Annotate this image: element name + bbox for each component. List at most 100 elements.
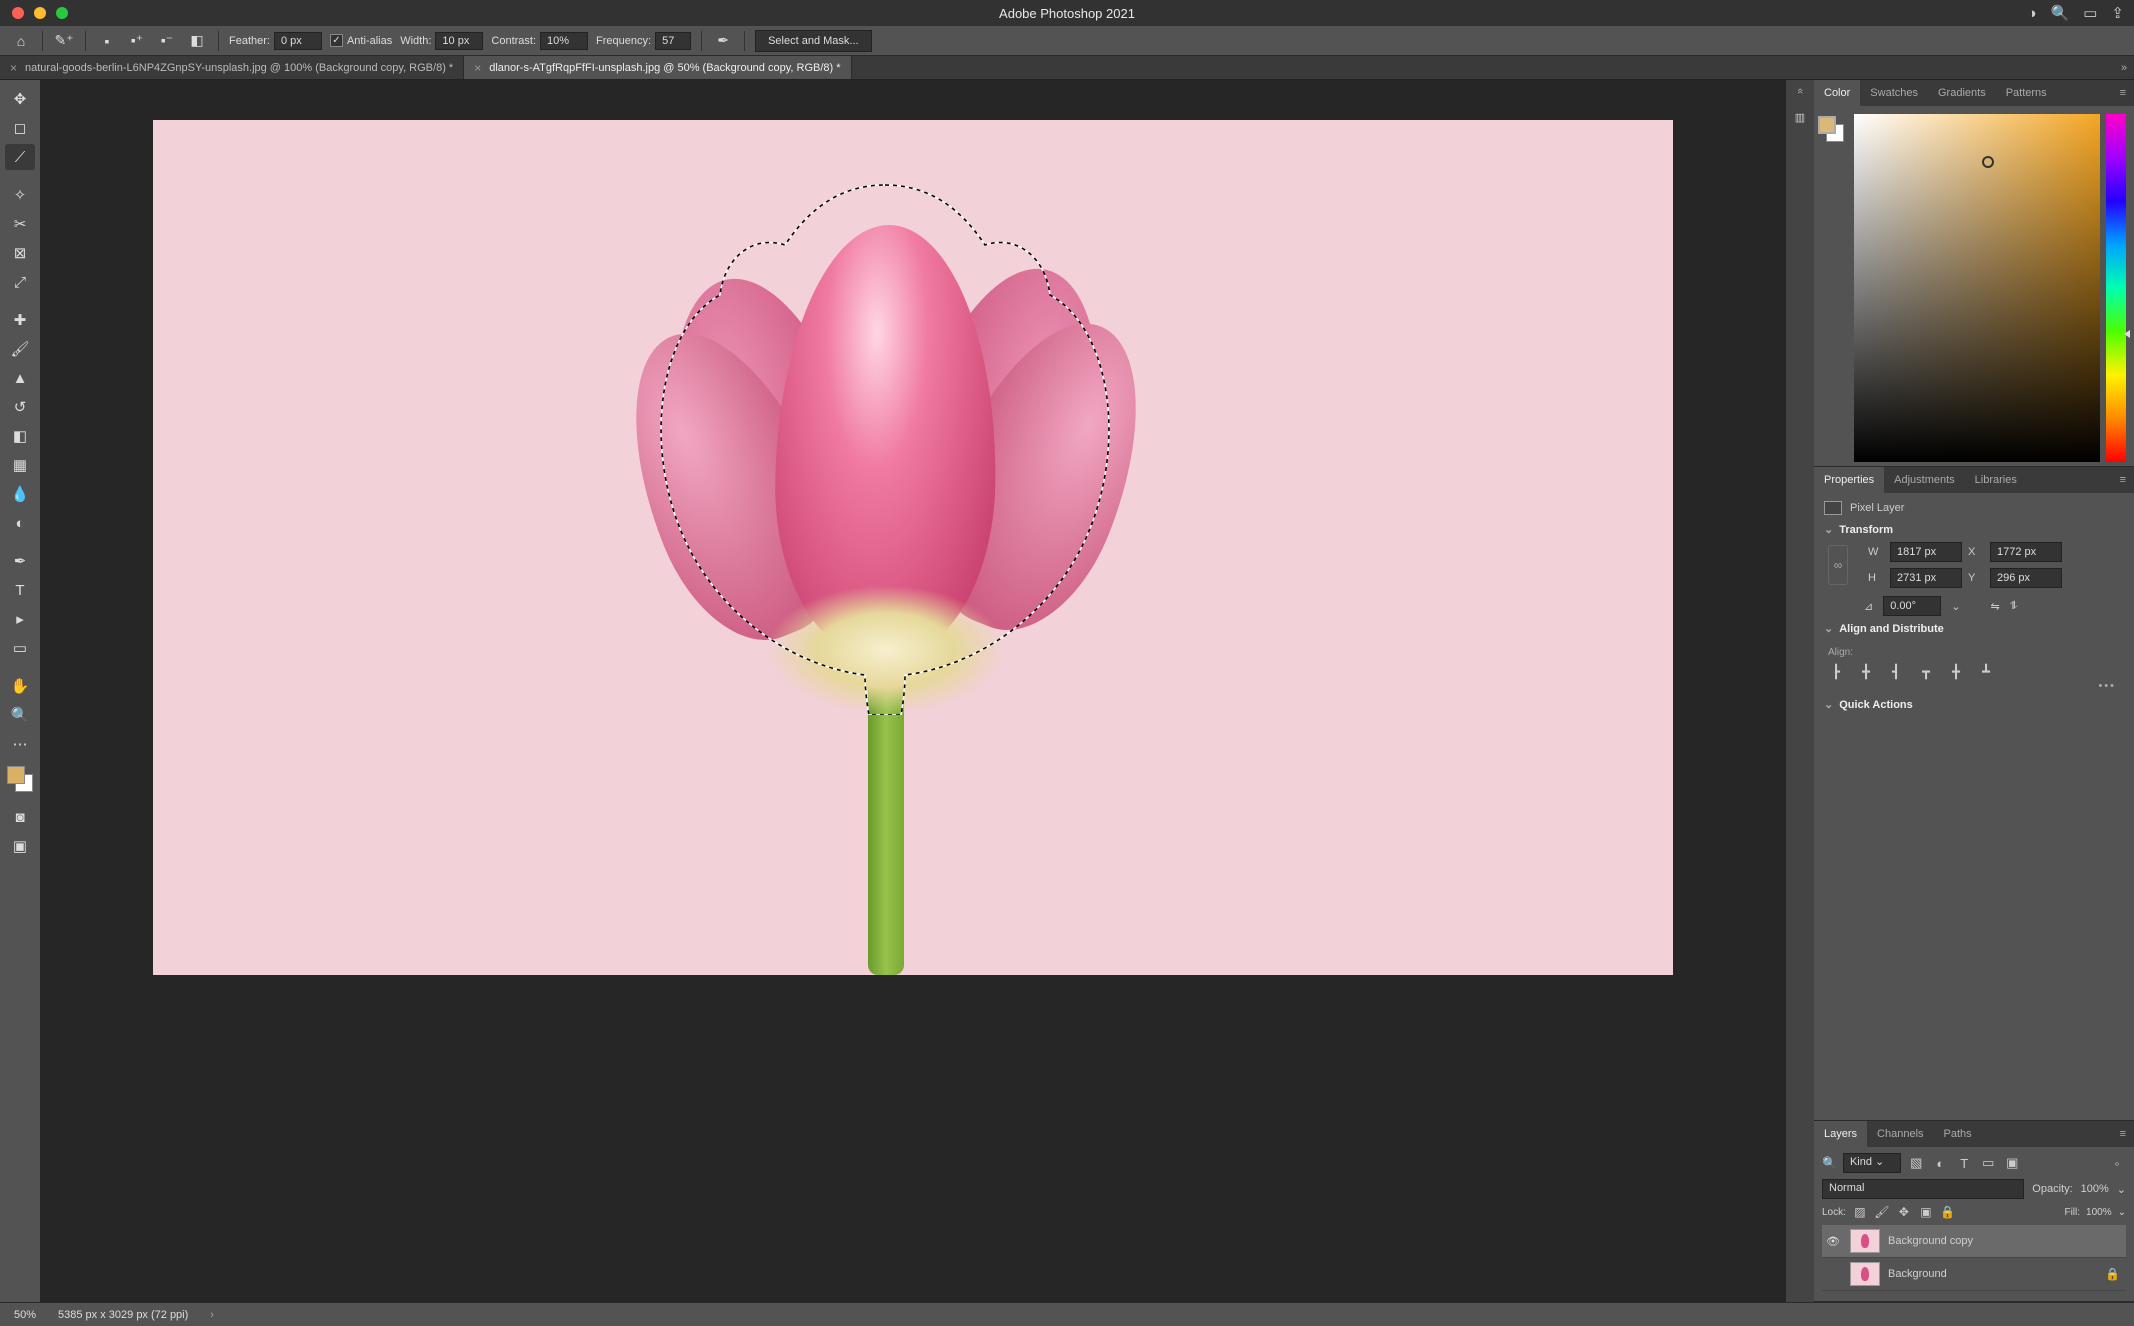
contrast-input[interactable]: [540, 32, 588, 50]
filter-type-icon[interactable]: T: [1955, 1156, 1973, 1171]
layers-tab[interactable]: Layers: [1814, 1121, 1867, 1147]
properties-tab[interactable]: Properties: [1814, 467, 1884, 493]
maximize-window-icon[interactable]: [56, 7, 68, 19]
frequency-input[interactable]: [655, 32, 691, 50]
shape-tool-icon[interactable]: ▭: [5, 635, 35, 661]
zoom-level[interactable]: 50%: [14, 1309, 36, 1321]
filter-shape-icon[interactable]: ▭: [1979, 1155, 1997, 1171]
lock-position-icon[interactable]: ✥: [1896, 1205, 1912, 1219]
crop-tool-icon[interactable]: ✂: [5, 211, 35, 237]
panel-menu-icon[interactable]: ≡: [2112, 1128, 2134, 1140]
share-icon[interactable]: ⇪: [2111, 4, 2124, 22]
angle-input[interactable]: [1883, 596, 1941, 616]
hand-tool-icon[interactable]: ✋: [5, 673, 35, 699]
quick-actions-header[interactable]: Quick Actions: [1824, 698, 2124, 711]
minimize-window-icon[interactable]: [34, 7, 46, 19]
workspace-icon[interactable]: ▭: [2083, 4, 2097, 22]
height-input[interactable]: [1890, 568, 1962, 588]
color-field[interactable]: [1854, 114, 2100, 462]
align-hcenter-icon[interactable]: ╋: [1858, 664, 1874, 680]
filter-kind-select[interactable]: Kind ⌄: [1843, 1153, 1901, 1173]
blend-mode-select[interactable]: Normal: [1822, 1179, 2024, 1199]
align-top-icon[interactable]: ┳: [1918, 664, 1934, 680]
gradient-tool-icon[interactable]: ▦: [5, 452, 35, 478]
close-tab-icon[interactable]: ×: [10, 61, 17, 75]
fill-dropdown-icon[interactable]: ⌄: [2118, 1207, 2126, 1218]
filter-pixel-icon[interactable]: ▧: [1907, 1155, 1925, 1171]
lock-artboard-icon[interactable]: ▣: [1918, 1205, 1934, 1219]
path-select-tool-icon[interactable]: ▸: [5, 606, 35, 632]
layer-item[interactable]: 👁 Background copy: [1822, 1225, 2126, 1258]
more-options-icon[interactable]: •••: [1828, 680, 2124, 692]
edit-toolbar-icon[interactable]: ⋯: [5, 731, 35, 757]
tab-overflow-icon[interactable]: »: [2114, 56, 2134, 79]
history-brush-tool-icon[interactable]: ↺: [5, 394, 35, 420]
lasso-tool-icon[interactable]: ⟋: [5, 144, 35, 170]
lock-transparency-icon[interactable]: ▨: [1852, 1205, 1868, 1219]
channels-tab[interactable]: Channels: [1867, 1121, 1933, 1147]
quick-mask-icon[interactable]: ◙: [5, 804, 35, 830]
lock-all-icon[interactable]: 🔒: [1940, 1205, 1956, 1219]
healing-tool-icon[interactable]: ✚: [5, 307, 35, 333]
libraries-tab[interactable]: Libraries: [1965, 467, 2027, 493]
transform-section-header[interactable]: Transform: [1824, 523, 2124, 536]
marquee-tool-icon[interactable]: ◻: [5, 115, 35, 141]
antialias-group[interactable]: ✓ Anti-alias: [330, 34, 392, 47]
new-selection-icon[interactable]: ▪: [96, 30, 118, 52]
eraser-tool-icon[interactable]: ◧: [5, 423, 35, 449]
feather-input[interactable]: [274, 32, 322, 50]
pen-tool-icon[interactable]: ✒: [5, 548, 35, 574]
filter-search-icon[interactable]: 🔍: [1822, 1156, 1837, 1170]
cloud-docs-icon[interactable]: ◑: [2027, 5, 2036, 22]
align-bottom-icon[interactable]: ┻: [1978, 664, 1994, 680]
panel-menu-icon[interactable]: ≡: [2112, 474, 2134, 486]
search-icon[interactable]: 🔍: [2051, 4, 2070, 22]
move-tool-icon[interactable]: ✥: [5, 86, 35, 112]
adjustments-tab[interactable]: Adjustments: [1884, 467, 1965, 493]
lock-image-icon[interactable]: 🖌: [1874, 1205, 1890, 1219]
layer-thumbnail[interactable]: [1850, 1262, 1880, 1286]
filter-smart-icon[interactable]: ▣: [2003, 1155, 2021, 1171]
select-and-mask-button[interactable]: Select and Mask...: [755, 30, 872, 52]
align-vcenter-icon[interactable]: ╋: [1948, 664, 1964, 680]
document-canvas[interactable]: [153, 120, 1673, 975]
canvas-area[interactable]: [40, 80, 1786, 1302]
fg-swatch[interactable]: [1818, 116, 1836, 134]
fill-value[interactable]: 100%: [2086, 1207, 2112, 1218]
blur-tool-icon[interactable]: 💧: [5, 481, 35, 507]
subtract-selection-icon[interactable]: ▪⁻: [156, 30, 178, 52]
eyedropper-tool-icon[interactable]: ⤢: [5, 269, 35, 295]
width-input[interactable]: [1890, 542, 1962, 562]
frame-tool-icon[interactable]: ⊠: [5, 240, 35, 266]
x-input[interactable]: [1990, 542, 2062, 562]
layer-thumbnail[interactable]: [1850, 1229, 1880, 1253]
angle-dropdown-icon[interactable]: ⌄: [1951, 600, 1960, 613]
paths-tab[interactable]: Paths: [1934, 1121, 1982, 1147]
antialias-checkbox[interactable]: ✓: [330, 34, 343, 47]
stamp-tool-icon[interactable]: ▲: [5, 365, 35, 391]
align-section-header[interactable]: Align and Distribute: [1824, 622, 2124, 635]
layer-lock-icon[interactable]: 🔒: [2105, 1267, 2124, 1281]
color-tab[interactable]: Color: [1814, 80, 1860, 106]
hue-indicator[interactable]: [2124, 330, 2130, 338]
wand-tool-icon[interactable]: ✧: [5, 182, 35, 208]
foreground-color-swatch[interactable]: [7, 766, 25, 784]
align-right-icon[interactable]: ┫: [1888, 664, 1904, 680]
color-swatches[interactable]: [7, 766, 33, 792]
current-tool-icon[interactable]: ✎⁺: [53, 30, 75, 52]
gradients-tab[interactable]: Gradients: [1928, 80, 1996, 106]
screen-mode-icon[interactable]: ▣: [5, 833, 35, 859]
collapse-panels-icon[interactable]: «: [1794, 88, 1806, 94]
color-mini-swatches[interactable]: [1818, 116, 1844, 142]
color-picker-indicator[interactable]: [1982, 156, 1994, 168]
width-input[interactable]: [435, 32, 483, 50]
align-left-icon[interactable]: ┣: [1828, 664, 1844, 680]
y-input[interactable]: [1990, 568, 2062, 588]
close-tab-icon[interactable]: ×: [474, 61, 481, 75]
document-info[interactable]: 5385 px x 3029 px (72 ppi): [58, 1309, 188, 1321]
type-tool-icon[interactable]: T: [5, 577, 35, 603]
opacity-value[interactable]: 100%: [2081, 1183, 2109, 1195]
flip-horizontal-icon[interactable]: ⇋: [1990, 600, 1999, 613]
document-tab-active[interactable]: × dlanor-s-ATgfRqpFfFI-unsplash.jpg @ 50…: [464, 56, 851, 79]
close-window-icon[interactable]: [12, 7, 24, 19]
